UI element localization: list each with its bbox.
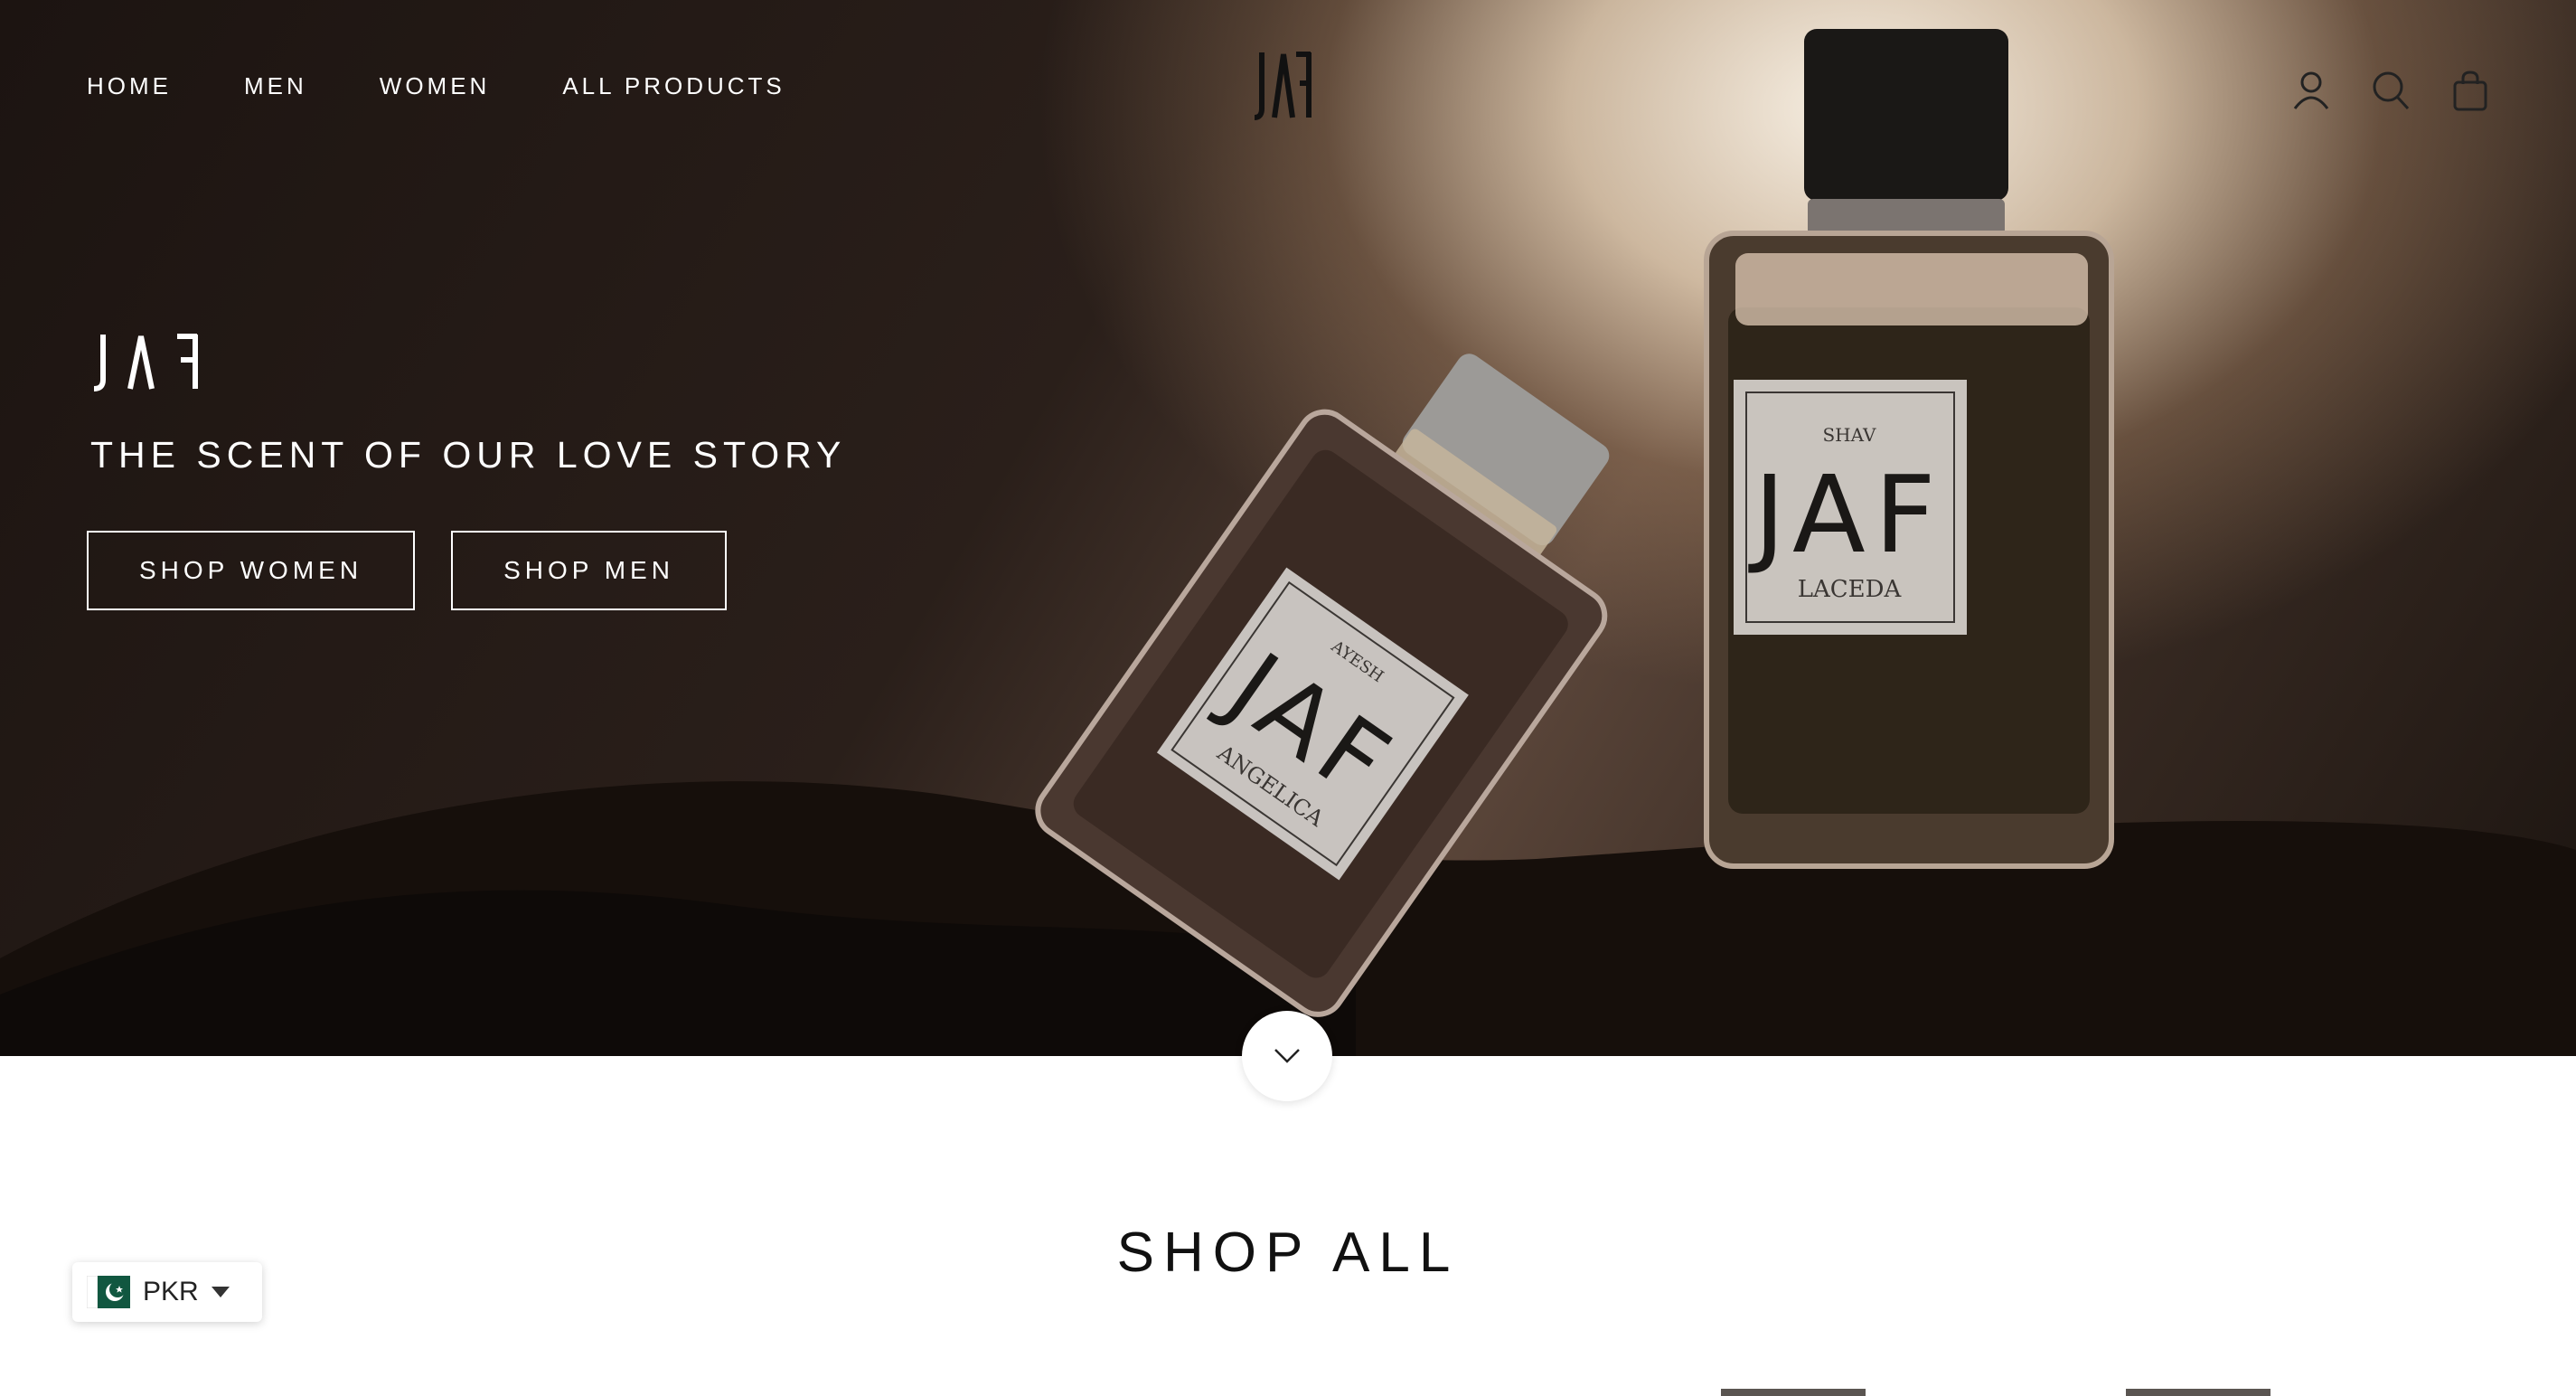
bag-icon[interactable] [2451, 69, 2489, 112]
product-card-top-edge [1721, 1389, 1866, 1396]
hero-buttons: SHOP WOMEN SHOP MEN [87, 531, 727, 610]
scroll-down-button[interactable] [1242, 1011, 1332, 1101]
hero-scene-image: SHAV JAF LACEDA AYESH JAF ANGELICA [0, 29, 2576, 1056]
hero-logo [90, 333, 202, 397]
bottle-right-logo: JAF [1747, 452, 1944, 577]
section-title-shop-all: SHOP ALL [1116, 1222, 1460, 1284]
shop-men-button[interactable]: SHOP MEN [451, 531, 727, 610]
bottle-right-variant: LACEDA [1798, 576, 1903, 603]
chevron-down-icon [1274, 1049, 1300, 1063]
brand-logo[interactable] [1251, 49, 1316, 126]
currency-code: PKR [143, 1277, 199, 1306]
account-icon[interactable] [2292, 69, 2330, 112]
header-icons [2292, 69, 2489, 112]
bottle-right: SHAV JAF LACEDA [1704, 29, 2114, 869]
hero-tagline: THE SCENT OF OUR LOVE STORY [90, 434, 847, 476]
nav-item-home[interactable]: HOME [87, 72, 172, 100]
caret-down-icon [211, 1287, 230, 1297]
nav-item-women[interactable]: WOMEN [380, 72, 491, 100]
pakistan-flag-icon [87, 1276, 130, 1308]
shop-women-button[interactable]: SHOP WOMEN [87, 531, 416, 610]
currency-selector[interactable]: PKR [72, 1262, 262, 1322]
bottle-right-name: SHAV [1822, 424, 1876, 446]
nav-item-men[interactable]: MEN [244, 72, 307, 100]
search-icon[interactable] [2372, 69, 2410, 112]
hero-banner: SHAV JAF LACEDA AYESH JAF ANGELICA HOME … [0, 0, 2576, 1056]
main-nav: HOME MEN WOMEN ALL PRODUCTS [87, 72, 785, 100]
product-card-top-edge [2126, 1389, 2270, 1396]
nav-item-all-products[interactable]: ALL PRODUCTS [562, 72, 785, 100]
